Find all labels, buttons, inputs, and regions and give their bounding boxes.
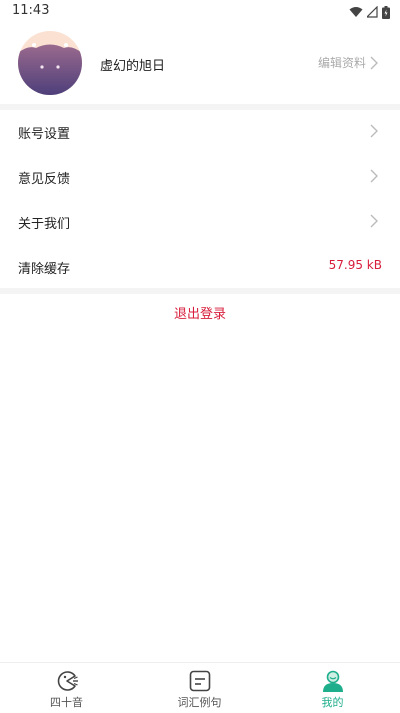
menu-item-clear-cache[interactable]: 清除缓存 57.95 kB [0, 244, 400, 289]
bottom-tab-bar: 四十音 词汇例句 我的 [0, 662, 400, 713]
signal-icon [367, 6, 378, 18]
chevron-right-icon [370, 124, 378, 138]
wifi-icon [349, 7, 363, 17]
tab-vocabulary[interactable]: 词汇例句 [133, 663, 266, 713]
tab-label: 词汇例句 [177, 696, 222, 709]
menu-item-feedback[interactable]: 意见反馈 [0, 154, 400, 199]
status-time: 11:43 [12, 3, 50, 18]
menu-item-label: 账号设置 [18, 127, 71, 142]
menu-item-label: 关于我们 [18, 217, 71, 232]
avatar[interactable] [18, 31, 82, 95]
menu-item-about-us[interactable]: 关于我们 [0, 199, 400, 244]
status-icons [349, 4, 390, 20]
chevron-right-icon [370, 214, 378, 228]
notebook-icon [189, 670, 210, 692]
tab-kana[interactable]: 四十音 [0, 663, 133, 713]
username: 虚幻的旭日 [100, 59, 166, 74]
profile-header[interactable]: 虚幻的旭日 编辑资料 [0, 24, 400, 104]
tab-me[interactable]: 我的 [266, 663, 399, 713]
menu-item-label: 意见反馈 [18, 172, 71, 187]
pacman-icon [57, 671, 78, 691]
avatar-image [18, 31, 82, 95]
chevron-right-icon [370, 56, 378, 69]
chevron-right-icon [370, 169, 378, 183]
menu-item-label: 清除缓存 [18, 262, 71, 277]
edit-profile-label: 编辑资料 [317, 56, 366, 70]
edit-profile-button[interactable]: 编辑资料 [318, 54, 378, 71]
battery-icon [382, 5, 390, 19]
cache-size-value: 57.95 kB [328, 258, 382, 272]
menu-item-account-settings[interactable]: 账号设置 [0, 109, 400, 154]
status-bar: 11:43 [0, 0, 400, 24]
tab-label: 我的 [321, 696, 344, 709]
tab-label: 四十音 [50, 696, 83, 709]
section-divider [0, 288, 400, 294]
logout-button[interactable]: 退出登录 [0, 295, 400, 335]
user-icon [322, 670, 343, 692]
